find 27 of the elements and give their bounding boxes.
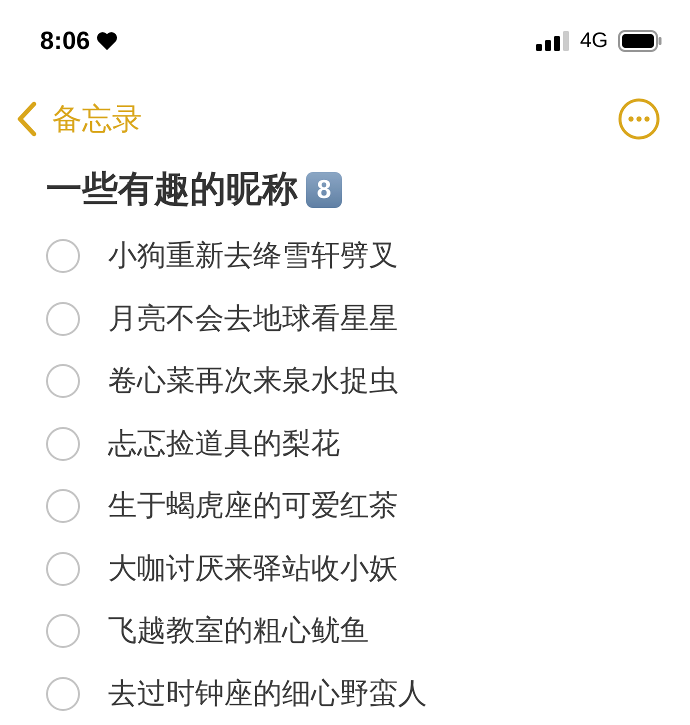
checklist-checkbox[interactable] (46, 676, 80, 711)
checklist-item-text: 卷心菜再次来泉水捉虫 (108, 362, 398, 400)
checklist-checkbox[interactable] (46, 489, 80, 524)
checklist-item-text: 生于蝎虎座的可爱红茶 (108, 487, 398, 524)
checklist-checkbox[interactable] (46, 614, 80, 648)
checklist-item-text: 月亮不会去地球看星星 (108, 300, 398, 337)
back-button[interactable]: 备忘录 (16, 98, 142, 140)
heart-icon (96, 31, 118, 52)
checklist-checkbox[interactable] (46, 364, 80, 398)
checklist-checkbox[interactable] (46, 426, 80, 461)
checklist-item-text: 大咖讨厌来驿站收小妖 (108, 550, 398, 587)
checklist-item-text: 小狗重新去绛雪轩劈叉 (108, 237, 398, 274)
more-icon (618, 98, 660, 140)
checklist-checkbox[interactable] (46, 302, 80, 336)
network-label: 4G (580, 29, 608, 54)
more-button[interactable] (618, 98, 660, 140)
checklist-item-text: 去过时钟座的细心野蛮人 (108, 674, 427, 712)
checklist-checkbox[interactable] (46, 239, 80, 274)
battery-icon (618, 30, 662, 52)
chevron-left-icon (16, 101, 38, 138)
clock-time: 8:06 (40, 26, 90, 56)
note-title: 一些有趣的昵称 (46, 168, 298, 212)
checklist-item-text: 飞越教室的粗心鱿鱼 (108, 612, 369, 650)
keycap-badge: 8 (306, 172, 342, 208)
checklist-checkbox[interactable] (46, 552, 80, 586)
checklist-item-text: 忐忑捡道具的梨花 (108, 424, 340, 462)
signal-icon (536, 31, 570, 52)
